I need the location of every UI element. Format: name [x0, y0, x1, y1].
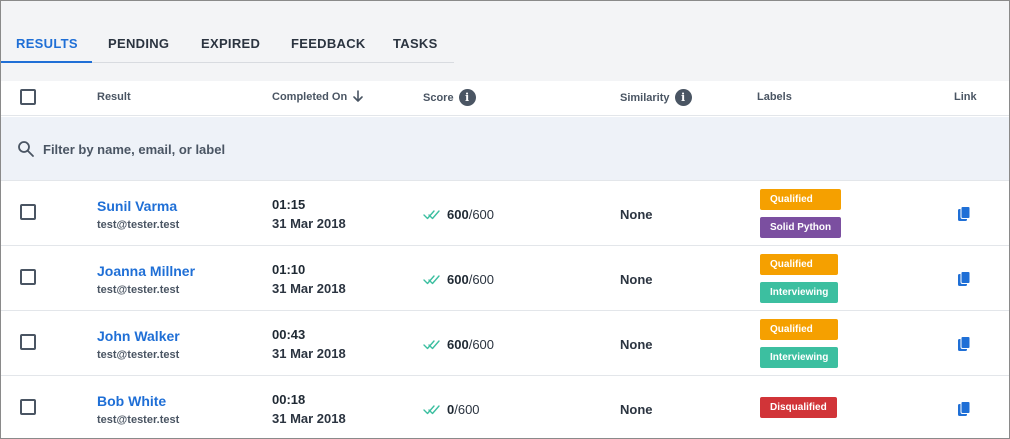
completion-time: 00:43 — [272, 327, 306, 342]
completion-date: 31 Mar 2018 — [272, 281, 346, 296]
similarity-value: None — [620, 402, 653, 417]
labels-group: Disqualified — [760, 397, 837, 418]
info-icon[interactable]: i — [674, 89, 692, 106]
similarity-value: None — [620, 337, 653, 352]
score-value: 600 — [447, 207, 469, 222]
copy-icon[interactable] — [957, 401, 971, 417]
search-icon — [18, 141, 34, 157]
label-badge[interactable]: Qualified — [760, 189, 842, 210]
label-badge[interactable]: Solid Python — [760, 217, 842, 238]
column-result[interactable]: Result — [97, 91, 131, 103]
double-check-icon — [423, 404, 440, 414]
score: 600/600 — [423, 337, 494, 352]
candidate-name-link[interactable]: John Walker — [97, 328, 180, 344]
candidate-name-link[interactable]: Bob White — [97, 393, 166, 409]
tab-tasks[interactable]: TASKS — [381, 29, 454, 63]
row-checkbox[interactable] — [20, 269, 36, 285]
candidate-email: test@tester.test — [97, 414, 180, 426]
score-max: /600 — [454, 402, 480, 417]
table-header: Result Completed On Score i Similarity i… — [1, 81, 1009, 116]
results-panel: RESULTS PENDING EXPIRED FEEDBACK TASKS R… — [0, 0, 1010, 439]
copy-icon[interactable] — [957, 336, 971, 352]
row-checkbox[interactable] — [20, 399, 36, 415]
candidate-email: test@tester.test — [97, 284, 180, 296]
copy-icon[interactable] — [957, 271, 971, 287]
label-badge[interactable]: Qualified — [760, 319, 839, 340]
select-all-checkbox[interactable] — [20, 89, 36, 105]
column-similarity-label: Similarity — [620, 91, 670, 104]
tab-results[interactable]: RESULTS — [1, 29, 92, 63]
completion-time: 00:18 — [272, 392, 306, 407]
candidate-email: test@tester.test — [97, 349, 180, 361]
labels-group: Qualified Interviewing — [760, 254, 839, 303]
completion-date: 31 Mar 2018 — [272, 346, 346, 361]
label-badge[interactable]: Disqualified — [760, 397, 837, 418]
score: 0/600 — [423, 402, 480, 417]
double-check-icon — [423, 209, 440, 219]
table-row: Joanna Millner test@tester.test 01:10 31… — [1, 246, 1009, 311]
tab-expired[interactable]: EXPIRED — [185, 29, 276, 63]
labels-group: Qualified Interviewing — [760, 319, 839, 368]
row-checkbox[interactable] — [20, 334, 36, 350]
label-badge[interactable]: Interviewing — [760, 347, 839, 368]
column-labels: Labels — [757, 91, 792, 103]
double-check-icon — [423, 339, 440, 349]
tabs: RESULTS PENDING EXPIRED FEEDBACK TASKS — [1, 29, 454, 63]
column-labels-label: Labels — [757, 91, 792, 103]
filter-bar — [1, 117, 1009, 181]
column-completed-on[interactable]: Completed On — [272, 90, 364, 103]
label-badge[interactable]: Interviewing — [760, 282, 839, 303]
filter-input[interactable] — [43, 139, 943, 159]
score: 600/600 — [423, 207, 494, 222]
column-completed-on-label: Completed On — [272, 90, 348, 103]
table-row: Sunil Varma test@tester.test 01:15 31 Ma… — [1, 181, 1009, 246]
candidate-name-link[interactable]: Sunil Varma — [97, 198, 177, 214]
score-max: /600 — [468, 207, 495, 222]
score: 600/600 — [423, 272, 494, 287]
table-row: John Walker test@tester.test 00:43 31 Ma… — [1, 311, 1009, 376]
similarity-value: None — [620, 207, 653, 222]
table-row: Bob White test@tester.test 00:18 31 Mar … — [1, 376, 1009, 438]
info-icon[interactable]: i — [458, 89, 476, 106]
completion-time: 01:15 — [272, 197, 306, 212]
completion-date: 31 Mar 2018 — [272, 216, 346, 231]
column-score-label: Score — [423, 91, 454, 104]
copy-icon[interactable] — [957, 206, 971, 222]
score-max: /600 — [468, 337, 495, 352]
candidate-name-link[interactable]: Joanna Millner — [97, 263, 195, 279]
arrow-down-icon — [353, 90, 363, 102]
column-score[interactable]: Score i — [423, 89, 476, 106]
score-max: /600 — [468, 272, 495, 287]
tab-feedback[interactable]: FEEDBACK — [276, 29, 381, 63]
column-similarity[interactable]: Similarity i — [620, 89, 692, 106]
completion-date: 31 Mar 2018 — [272, 411, 346, 426]
candidate-email: test@tester.test — [97, 219, 180, 231]
similarity-value: None — [620, 272, 653, 287]
score-value: 600 — [447, 272, 469, 287]
tab-bar-area: RESULTS PENDING EXPIRED FEEDBACK TASKS — [1, 1, 1009, 81]
column-link-label: Link — [954, 91, 977, 103]
column-result-label: Result — [97, 91, 131, 103]
labels-group: Qualified Solid Python — [760, 189, 842, 238]
row-checkbox[interactable] — [20, 204, 36, 220]
label-badge[interactable]: Qualified — [760, 254, 839, 275]
column-link: Link — [954, 91, 977, 103]
score-value: 600 — [447, 337, 469, 352]
completion-time: 01:10 — [272, 262, 306, 277]
tab-pending[interactable]: PENDING — [92, 29, 185, 63]
double-check-icon — [423, 274, 440, 284]
